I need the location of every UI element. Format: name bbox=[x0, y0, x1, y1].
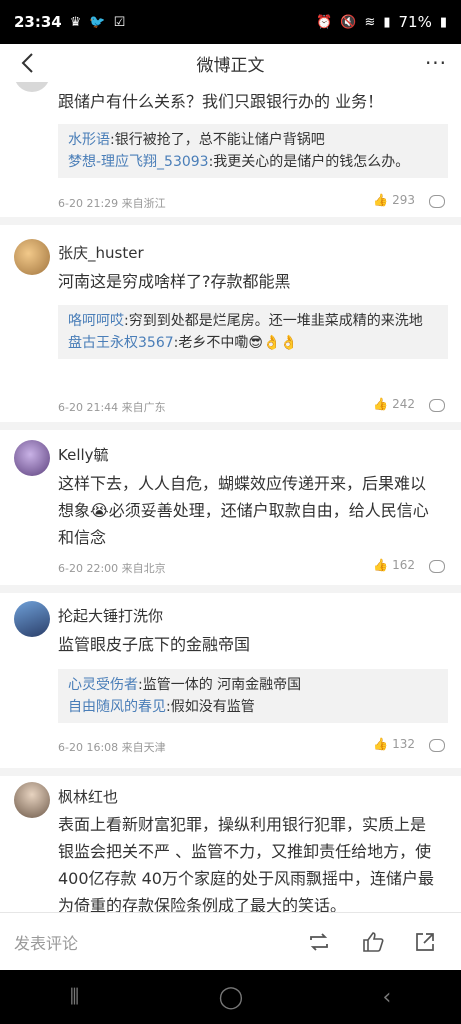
check-icon: ☑ bbox=[113, 14, 126, 30]
divider bbox=[0, 422, 461, 430]
reply-item[interactable]: 盘古王永权3567:老乡不中嘞😎👌👌 bbox=[68, 332, 438, 354]
more-icon: ··· bbox=[424, 51, 448, 75]
bottom-action-bar: 发表评论 bbox=[0, 912, 461, 970]
reply-author[interactable]: 自由随风的春见 bbox=[68, 699, 166, 715]
reply-item[interactable]: 心灵受伤者:监管一体的 河南金融帝国 bbox=[68, 674, 438, 696]
page-title: 微博正文 bbox=[196, 55, 265, 76]
status-bar: 23:34 ♛ 🐦 ☑ ⏰ 🔇 ≋ ▮ 71% ▮ bbox=[0, 0, 461, 44]
like-action-button[interactable] bbox=[360, 929, 386, 955]
reply-text: :监管一体的 河南金融帝国 bbox=[138, 677, 302, 693]
reply-text: :银行被抢了，总不能让储户背锅吧 bbox=[110, 132, 325, 148]
avatar[interactable] bbox=[14, 239, 50, 275]
avatar[interactable] bbox=[14, 601, 50, 637]
clock: 23:34 bbox=[14, 13, 62, 31]
comment-icon[interactable] bbox=[429, 739, 445, 752]
like-button[interactable]: 👍 293 bbox=[373, 193, 415, 207]
comment-meta: 6-20 16:08 来自天津 bbox=[58, 741, 166, 754]
share-icon bbox=[416, 933, 434, 951]
reply-list[interactable]: 水形语:银行被抢了，总不能让储户背锅吧 梦想-理应飞翔_53093:我更关心的是… bbox=[58, 124, 448, 178]
more-button[interactable]: ··· bbox=[419, 46, 453, 80]
avatar[interactable] bbox=[14, 440, 50, 476]
back-button[interactable] bbox=[10, 46, 44, 80]
crown-icon: ♛ bbox=[69, 14, 82, 30]
thumbs-up-icon: 👍 bbox=[373, 193, 389, 207]
comment: 跟储户有什么关系？我们只跟银行办的 业务！ 水形语:银行被抢了，总不能让储户背锅… bbox=[0, 82, 461, 230]
like-count: 132 bbox=[392, 737, 415, 751]
battery-level: 71% bbox=[398, 13, 432, 31]
avatar[interactable] bbox=[14, 782, 50, 818]
chevron-left-icon bbox=[21, 53, 33, 73]
signal-icon: ▮ bbox=[383, 14, 391, 30]
comment-icon[interactable] bbox=[429, 560, 445, 573]
comment-text: 跟储户有什么关系？我们只跟银行办的 业务！ bbox=[58, 92, 384, 111]
home-icon[interactable]: ◯ bbox=[219, 985, 244, 1010]
reply-item[interactable]: 梦想-理应飞翔_53093:我更关心的是储户的钱怎么办。 bbox=[68, 151, 438, 173]
comment-meta: 6-20 21:29 来自浙江 bbox=[58, 197, 166, 210]
comment-text: 河南这是穷成啥样了?存款都能黑 bbox=[58, 272, 291, 291]
comment-icon[interactable] bbox=[429, 195, 445, 208]
system-nav-bar: ⦀ ◯ ‹ bbox=[0, 970, 461, 1024]
comment-text: 表面上看新财富犯罪，操纵利用银行犯罪，实质上是银监会把关不严 、监管不力，又推卸… bbox=[58, 815, 434, 912]
like-count: 293 bbox=[392, 193, 415, 207]
recent-apps-icon[interactable]: ⦀ bbox=[70, 985, 80, 1010]
thumbs-up-icon: 👍 bbox=[373, 558, 389, 572]
reply-text: :穷到到处都是烂尾房。还一堆韭菜成精的来洗地 bbox=[124, 313, 423, 329]
like-count: 242 bbox=[392, 397, 415, 411]
like-button[interactable]: 👍 242 bbox=[373, 397, 415, 411]
comment-meta: 6-20 22:00 来自北京 bbox=[58, 562, 166, 575]
thumbs-up-icon: 👍 bbox=[373, 397, 389, 411]
thumbs-up-icon: 👍 bbox=[373, 737, 389, 751]
twitter-icon: 🐦 bbox=[89, 14, 106, 30]
reply-list[interactable]: 心灵受伤者:监管一体的 河南金融帝国 自由随风的春见:假如没有监管 bbox=[58, 669, 448, 723]
reply-author[interactable]: 咯呵呵哎 bbox=[68, 313, 124, 329]
reply-list[interactable]: 咯呵呵哎:穷到到处都是烂尾房。还一堆韭菜成精的来洗地 盘古王永权3567:老乡不… bbox=[58, 305, 448, 359]
comment: 抡起大锤打洗你 监管眼皮子底下的金融帝国 心灵受伤者:监管一体的 河南金融帝国 … bbox=[0, 593, 461, 765]
like-button[interactable]: 👍 132 bbox=[373, 737, 415, 751]
comment-feed[interactable]: 跟储户有什么关系？我们只跟银行办的 业务！ 水形语:银行被抢了，总不能让储户背锅… bbox=[0, 82, 461, 912]
comment: 枫林红也 表面上看新财富犯罪，操纵利用银行犯罪，实质上是银监会把关不严 、监管不… bbox=[0, 776, 461, 912]
username[interactable]: 张庆_huster bbox=[58, 242, 144, 263]
system-back-icon[interactable]: ‹ bbox=[383, 985, 392, 1010]
wifi-icon: ≋ bbox=[364, 14, 376, 30]
comment-text: 监管眼皮子底下的金融帝国 bbox=[58, 635, 251, 654]
divider bbox=[0, 585, 461, 593]
reply-item[interactable]: 水形语:银行被抢了，总不能让储户背锅吧 bbox=[68, 129, 438, 151]
nav-bar: 微博正文 ··· bbox=[0, 44, 461, 82]
avatar[interactable] bbox=[14, 82, 50, 92]
username[interactable]: 枫林红也 bbox=[58, 786, 118, 807]
reply-text: :老乡不中嘞😎👌👌 bbox=[173, 335, 298, 351]
repost-button[interactable] bbox=[306, 929, 332, 955]
reply-author[interactable]: 盘古王永权3567 bbox=[68, 335, 174, 351]
divider bbox=[0, 217, 461, 225]
comment-text: 这样下去，人人自危，蝴蝶效应传递开来，后果难以想象😭必须妥善处理，还储户取款自由… bbox=[58, 474, 429, 547]
repost-icon bbox=[310, 933, 328, 951]
username[interactable]: 抡起大锤打洗你 bbox=[58, 605, 163, 626]
divider bbox=[0, 768, 461, 776]
alarm-icon: ⏰ bbox=[316, 14, 333, 30]
battery-icon: ▮ bbox=[439, 14, 447, 30]
comment: Kelly毓 这样下去，人人自危，蝴蝶效应传递开来，后果难以想象😭必须妥善处理，… bbox=[0, 430, 461, 582]
username[interactable]: Kelly毓 bbox=[58, 444, 109, 465]
like-count: 162 bbox=[392, 558, 415, 572]
reply-author[interactable]: 心灵受伤者 bbox=[68, 677, 138, 693]
share-button[interactable] bbox=[412, 929, 438, 955]
reply-text: :假如没有监管 bbox=[166, 699, 255, 715]
mute-icon: 🔇 bbox=[340, 14, 357, 30]
reply-text: :我更关心的是储户的钱怎么办。 bbox=[208, 154, 410, 170]
thumbs-up-icon bbox=[363, 932, 384, 952]
comment-input[interactable]: 发表评论 bbox=[14, 930, 78, 954]
comment-icon[interactable] bbox=[429, 399, 445, 412]
reply-author[interactable]: 水形语 bbox=[68, 132, 110, 148]
reply-item[interactable]: 咯呵呵哎:穷到到处都是烂尾房。还一堆韭菜成精的来洗地 bbox=[68, 310, 438, 332]
reply-author[interactable]: 梦想-理应飞翔_53093 bbox=[68, 154, 209, 170]
like-button[interactable]: 👍 162 bbox=[373, 558, 415, 572]
comment: 张庆_huster 河南这是穷成啥样了?存款都能黑 咯呵呵哎:穷到到处都是烂尾房… bbox=[0, 225, 461, 419]
comment-meta: 6-20 21:44 来自广东 bbox=[58, 401, 166, 414]
reply-item[interactable]: 自由随风的春见:假如没有监管 bbox=[68, 696, 438, 718]
